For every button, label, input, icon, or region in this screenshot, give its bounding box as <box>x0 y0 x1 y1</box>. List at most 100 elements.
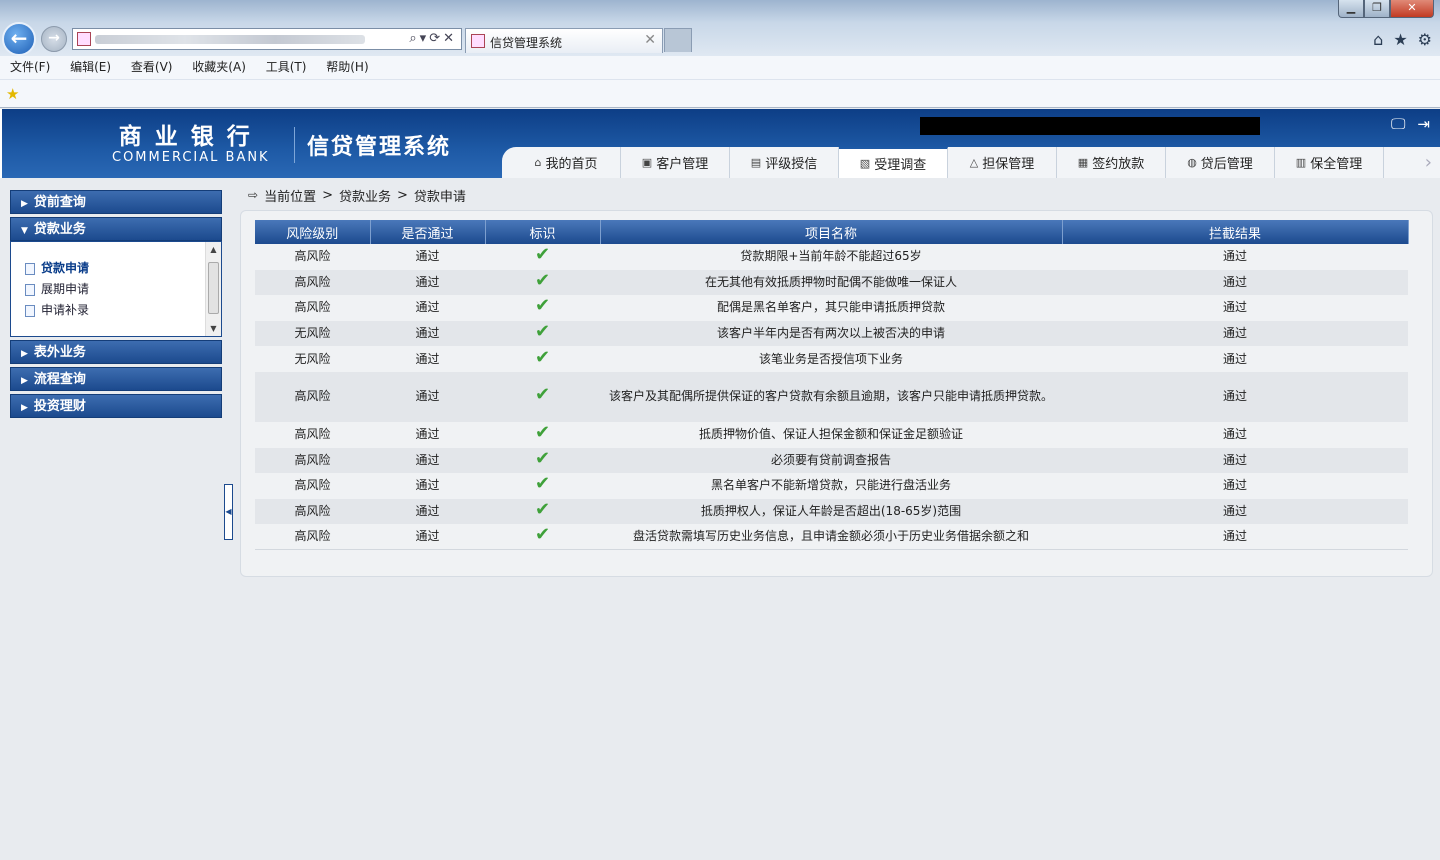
sidebar-item-supplement[interactable]: 申请补录 <box>25 300 221 321</box>
table-row: 高风险 通过 ✔ 配偶是黑名单客户，其只能申请抵质押贷款 通过 <box>255 295 1408 321</box>
tab-rating[interactable]: ▤ 评级授信 <box>730 147 839 178</box>
risk-level-cell: 高风险 <box>255 295 370 321</box>
window-controls: ▁ ❐ ✕ <box>1338 0 1434 18</box>
menu-view[interactable]: 查看(V) <box>123 56 181 78</box>
tab-home[interactable]: ⌂ 我的首页 <box>512 147 621 178</box>
tab-label: 签约放款 <box>1092 157 1145 172</box>
tab-survey[interactable]: ▧ 受理调查 <box>839 147 948 178</box>
tab-customer[interactable]: ▣ 客户管理 <box>621 147 730 178</box>
forward-arrow-icon[interactable]: → <box>41 26 67 52</box>
logo-cn: 商业银行 <box>118 124 263 150</box>
sidebar: ▶ 贷前查询 ▼ 贷款业务 贷款申请 展期申请 申请补录 ▲ ▼ ▶ 表外业务 ▶ 流程… <box>10 190 222 421</box>
home-icon[interactable]: ⌂ <box>1373 30 1383 49</box>
sidebar-scrollbar[interactable]: ▲ ▼ <box>205 242 221 336</box>
sidebar-group-preloan-query[interactable]: ▶ 贷前查询 <box>10 190 222 214</box>
page-icon <box>77 32 91 46</box>
favorites-star-icon[interactable]: ★ <box>1393 30 1407 49</box>
passed-cell: 通过 <box>370 447 485 474</box>
table-row: 高风险 通过 ✔ 盘活贷款需填写历史业务信息，且申请金额必须小于历史业务借据余额之和通… <box>255 524 1408 551</box>
guarantee-icon: △ <box>969 156 979 169</box>
rating-icon: ▤ <box>750 156 762 169</box>
scroll-down-icon[interactable]: ▼ <box>206 321 221 336</box>
flag-cell: ✔ <box>485 244 600 270</box>
sidebar-item-loan-apply[interactable]: 贷款申请 <box>25 258 221 279</box>
breadcrumb-level1[interactable]: 贷款业务 <box>339 186 391 205</box>
sidebar-group-investment[interactable]: ▶ 投资理财 <box>10 394 222 418</box>
intercept-result-cell: 通过 <box>1062 269 1408 296</box>
col-item-name: 项目名称 <box>600 220 1063 244</box>
check-icon: ✔ <box>534 422 551 444</box>
intercept-result-cell: 通过 <box>1062 524 1408 551</box>
monitor-icon[interactable]: 🖵 <box>1391 115 1405 133</box>
sidebar-group-offbalance[interactable]: ▶ 表外业务 <box>10 340 222 364</box>
close-icon[interactable]: ✕ <box>1390 0 1434 18</box>
scroll-thumb[interactable] <box>208 262 219 314</box>
tab-label: 担保管理 <box>982 157 1035 172</box>
menu-tools[interactable]: 工具(T) <box>258 56 315 78</box>
sidebar-item-label: 展期申请 <box>41 282 90 296</box>
logout-icon[interactable]: ⇥ <box>1417 115 1430 133</box>
maximize-icon[interactable]: ❐ <box>1364 0 1390 18</box>
flag-cell: ✔ <box>485 447 600 474</box>
item-name-cell: 必须要有贷前调查报告 <box>600 447 1062 474</box>
sidebar-group-process-query[interactable]: ▶ 流程查询 <box>10 367 222 391</box>
item-name-cell: 黑名单客户不能新增贷款，只能进行盘活业务 <box>600 473 1062 499</box>
tab-postloan[interactable]: ◍ 贷后管理 <box>1166 147 1275 178</box>
chevron-right-icon[interactable]: › <box>1384 147 1440 178</box>
preservation-icon: ▥ <box>1295 156 1307 169</box>
document-icon <box>25 304 35 317</box>
menu-help[interactable]: 帮助(H) <box>318 56 376 78</box>
breadcrumb: ⇨ 当前位置 > 贷款业务 > 贷款申请 <box>248 186 466 205</box>
new-tab-button[interactable] <box>664 28 692 52</box>
back-arrow-icon[interactable]: ← <box>2 22 36 56</box>
intercept-result-cell: 通过 <box>1062 498 1408 525</box>
check-icon: ✔ <box>534 473 551 495</box>
menu-file[interactable]: 文件(F) <box>0 56 58 78</box>
location-arrow-icon: ⇨ <box>248 188 259 202</box>
tab-close-icon[interactable]: ✕ <box>644 32 656 48</box>
address-tools-icon[interactable]: ⌕▾⟳✕ <box>409 31 457 46</box>
sidebar-submenu: 贷款申请 展期申请 申请补录 ▲ ▼ <box>10 241 222 337</box>
check-icon: ✔ <box>534 321 551 343</box>
sidebar-group-loan-business[interactable]: ▼ 贷款业务 <box>10 217 222 241</box>
table-row: 高风险 通过 ✔ 该客户及其配偶所提供保证的客户贷款有余额且逾期，该客户只能申请抵质押… <box>255 371 1408 422</box>
browser-tab[interactable]: 信贷管理系统 ✕ <box>465 28 663 53</box>
intercept-result-cell: 通过 <box>1062 421 1408 448</box>
check-icon: ✔ <box>534 384 551 406</box>
risk-level-cell: 高风险 <box>255 473 370 499</box>
risk-level-cell: 高风险 <box>255 421 370 448</box>
passed-cell: 通过 <box>370 473 485 499</box>
address-bar[interactable]: ⌕▾⟳✕ <box>72 28 462 50</box>
col-risk-level: 风险级别 <box>255 220 371 244</box>
app-header: 商业银行 COMMERCIAL BANK 信贷管理系统 🖵 ⇥ ⌂ 我的首页 ▣… <box>0 109 1440 178</box>
tab-label: 客户管理 <box>656 157 709 172</box>
tab-label: 我的首页 <box>545 157 598 172</box>
document-icon <box>25 283 35 296</box>
menu-edit[interactable]: 编辑(E) <box>62 56 119 78</box>
sidebar-group-label: 贷前查询 <box>33 195 86 210</box>
tab-contract[interactable]: ▦ 签约放款 <box>1057 147 1166 178</box>
sidebar-collapse-handle[interactable]: ◀ <box>224 484 233 540</box>
menu-favorites[interactable]: 收藏夹(A) <box>184 56 254 78</box>
home-icon: ⌂ <box>534 156 542 169</box>
add-favorite-icon[interactable]: ★ <box>6 85 19 103</box>
risk-level-cell: 高风险 <box>255 371 370 422</box>
table-row: 高风险 通过 ✔ 必须要有贷前调查报告 通过 <box>255 447 1408 474</box>
minimize-icon[interactable]: ▁ <box>1338 0 1364 18</box>
triangle-right-icon: ▶ <box>21 403 28 413</box>
sidebar-group-label: 投资理财 <box>33 399 86 414</box>
risk-level-cell: 高风险 <box>255 498 370 525</box>
risk-level-cell: 无风险 <box>255 320 370 347</box>
tab-preservation[interactable]: ▥ 保全管理 <box>1275 147 1384 178</box>
risk-level-cell: 高风险 <box>255 269 370 296</box>
contract-icon: ▦ <box>1077 156 1089 169</box>
tab-guarantee[interactable]: △ 担保管理 <box>948 147 1057 178</box>
system-title: 信贷管理系统 <box>307 135 452 160</box>
gear-icon[interactable]: ⚙ <box>1418 30 1432 49</box>
table-row: 高风险 通过 ✔ 抵质押权人，保证人年龄是否超出(18-65岁)范围 通过 <box>255 498 1408 525</box>
survey-icon: ▧ <box>859 157 871 170</box>
sidebar-item-extension-apply[interactable]: 展期申请 <box>25 279 221 300</box>
logo-en: COMMERCIAL BANK <box>112 150 270 165</box>
table-row: 无风险 通过 ✔ 该笔业务是否授信项下业务 通过 <box>255 346 1408 372</box>
scroll-up-icon[interactable]: ▲ <box>206 242 221 257</box>
